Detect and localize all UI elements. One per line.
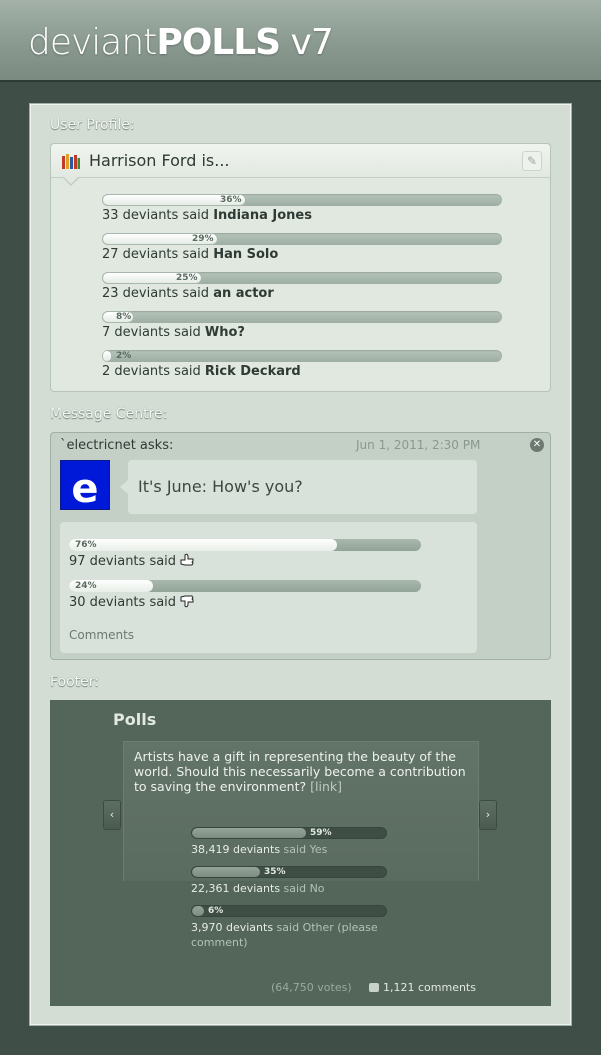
message-from: `electricnet asks: bbox=[60, 438, 173, 453]
result-answer: Rick Deckard bbox=[204, 364, 301, 379]
books-icon bbox=[62, 154, 80, 169]
result-bar: 25% bbox=[102, 272, 502, 284]
app-logo[interactable]: deviantPOLLS v7 bbox=[28, 22, 334, 63]
result-bar: 36% bbox=[102, 194, 502, 206]
footer-comments-count: 1,121 comments bbox=[383, 981, 476, 994]
footer-result-count: 3,970 deviants bbox=[191, 921, 274, 934]
pencil-icon[interactable]: ✎ bbox=[522, 151, 542, 171]
result-answer: Han Solo bbox=[213, 247, 279, 262]
footer-result-fill bbox=[192, 906, 204, 916]
prev-poll-button[interactable]: ‹ bbox=[103, 800, 121, 830]
app-header: deviantPOLLS v7 bbox=[0, 0, 601, 82]
footer-result-answer: said No bbox=[280, 882, 325, 895]
bubble-tail bbox=[120, 480, 128, 494]
footer-comments-link[interactable]: 1,121 comments bbox=[369, 981, 476, 994]
footer-result-count: 22,361 deviants bbox=[191, 882, 281, 895]
result-percent: 25% bbox=[176, 273, 198, 283]
footer-result-bar: 6% bbox=[191, 905, 387, 917]
result-bar: 29% bbox=[102, 233, 502, 245]
result-count: 33 deviants said bbox=[102, 208, 214, 223]
message-question-bubble: It's June: How's you? bbox=[120, 460, 477, 514]
footer-vote-count: (64,750 votes) bbox=[271, 981, 352, 994]
message-result-count: 97 deviants said bbox=[69, 554, 177, 569]
logo-prefix: deviant bbox=[28, 22, 157, 63]
result-answer: Who? bbox=[204, 325, 245, 340]
footer-result-bar: 59% bbox=[191, 827, 387, 839]
main-panel: User Profile: Harrison Ford is... ✎ 36% 3… bbox=[30, 104, 571, 1025]
footer-result-percent: 6% bbox=[208, 906, 224, 916]
footer-result-percent: 35% bbox=[264, 867, 286, 877]
message-result-percent: 24% bbox=[75, 581, 97, 591]
section-label-profile: User Profile: bbox=[50, 117, 135, 133]
thumbs-up-hand-icon bbox=[179, 553, 195, 567]
message-result-fill bbox=[69, 539, 337, 551]
footer-poll-question: Artists have a gift in representing the … bbox=[134, 749, 474, 794]
comments-link[interactable]: Comments bbox=[69, 628, 134, 642]
result-line: 7 deviants said Who? bbox=[102, 325, 245, 340]
result-count: 23 deviants said bbox=[102, 286, 214, 301]
result-bar: 8% bbox=[102, 311, 502, 323]
header-notch-fill bbox=[64, 177, 78, 184]
footer-result-count: 38,419 deviants bbox=[191, 843, 281, 856]
message-result-bar: 76% bbox=[69, 539, 421, 551]
message-result-count: 30 deviants said bbox=[69, 595, 177, 610]
result-percent: 36% bbox=[220, 195, 242, 205]
logo-main: POLLS bbox=[156, 22, 281, 63]
footer-result-bar: 35% bbox=[191, 866, 387, 878]
next-poll-button[interactable]: › bbox=[479, 800, 497, 830]
footer-question-link[interactable]: [link] bbox=[310, 779, 342, 794]
footer-result-line: 3,970 deviants said Other (please commen… bbox=[191, 920, 391, 950]
footer-result-line: 38,419 deviants said Yes bbox=[191, 842, 391, 857]
message-result-line: 30 deviants said bbox=[69, 594, 195, 610]
result-bar: 2% bbox=[102, 350, 502, 362]
message-author[interactable]: `electricnet bbox=[60, 438, 136, 453]
logo-version: v7 bbox=[280, 22, 334, 63]
footer-result-answer: said Yes bbox=[280, 843, 328, 856]
message-result-percent: 76% bbox=[75, 540, 97, 550]
footer-result-percent: 59% bbox=[310, 828, 332, 838]
footer-poll-widget: Polls Artists have a gift in representin… bbox=[50, 700, 551, 1006]
result-line: 33 deviants said Indiana Jones bbox=[102, 208, 312, 223]
thumbs-down-hand-icon bbox=[179, 594, 195, 608]
result-line: 27 deviants said Han Solo bbox=[102, 247, 278, 262]
profile-poll-title: Harrison Ford is... bbox=[89, 151, 230, 170]
footer-result-line: 22,361 deviants said No bbox=[191, 881, 391, 896]
avatar[interactable]: e bbox=[60, 460, 110, 512]
message-question: It's June: How's you? bbox=[138, 477, 303, 496]
message-asks: asks: bbox=[135, 438, 174, 453]
footer-result-fill bbox=[192, 867, 260, 877]
profile-poll-widget: Harrison Ford is... ✎ 36% 33 deviants sai… bbox=[50, 143, 551, 392]
result-percent: 2% bbox=[116, 351, 132, 361]
result-line: 23 deviants said an actor bbox=[102, 286, 274, 301]
result-count: 7 deviants said bbox=[102, 325, 205, 340]
section-label-footer: Footer: bbox=[50, 674, 100, 690]
result-percent: 29% bbox=[192, 234, 214, 244]
message-answers: 76% 97 deviants said 24% 30 deviants said C… bbox=[60, 522, 477, 653]
result-count: 27 deviants said bbox=[102, 247, 214, 262]
message-result-line: 97 deviants said bbox=[69, 553, 195, 569]
profile-poll-header: Harrison Ford is... ✎ bbox=[51, 144, 550, 186]
message-widget: `electricnet asks: Jun 1, 2011, 2:30 PM … bbox=[50, 432, 551, 660]
result-percent: 8% bbox=[116, 312, 132, 322]
result-line: 2 deviants said Rick Deckard bbox=[102, 364, 301, 379]
message-result-bar: 24% bbox=[69, 580, 421, 592]
result-bar-fill bbox=[102, 350, 112, 362]
message-date: Jun 1, 2011, 2:30 PM bbox=[356, 438, 481, 452]
result-answer: an actor bbox=[213, 286, 274, 301]
section-label-messages: Message Centre: bbox=[50, 406, 168, 422]
comment-bubble-icon bbox=[369, 983, 379, 992]
footer-question-text: Artists have a gift in representing the … bbox=[134, 749, 466, 794]
footer-poll-title: Polls bbox=[113, 710, 157, 729]
result-answer: Indiana Jones bbox=[213, 208, 312, 223]
result-count: 2 deviants said bbox=[102, 364, 205, 379]
footer-result-fill bbox=[192, 828, 306, 838]
close-icon[interactable]: ✕ bbox=[530, 438, 544, 452]
